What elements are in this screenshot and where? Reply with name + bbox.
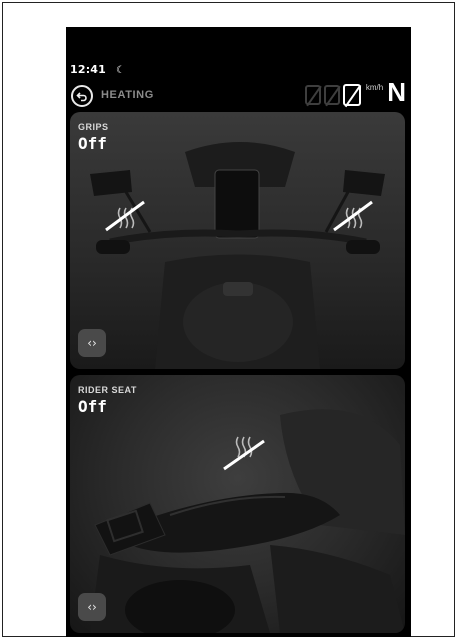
- motorcycle-seat-illustration: [90, 409, 405, 633]
- speed-unit: km/h: [365, 83, 384, 92]
- speed-digit-zero: [342, 84, 361, 106]
- status-bar: 12:41 ☾: [70, 63, 125, 76]
- expand-arrows-icon: ‹›: [87, 336, 97, 350]
- rider-seat-expand-button[interactable]: ‹›: [78, 593, 106, 621]
- rider-seat-label: RIDER SEAT: [78, 385, 137, 395]
- motorcycle-front-illustration: [90, 142, 385, 369]
- clock: 12:41: [70, 63, 107, 76]
- page-title: HEATING: [101, 89, 154, 101]
- moon-icon: ☾: [116, 65, 126, 76]
- speed-digit-inactive: [323, 85, 340, 105]
- rider-seat-card[interactable]: RIDER SEAT Off ‹›: [70, 375, 405, 633]
- back-button[interactable]: [71, 85, 93, 107]
- dashboard-screen: 12:41 ☾ HEATING km/h N GRIPS Off ‹› RIDE…: [66, 27, 411, 637]
- grips-expand-button[interactable]: ‹›: [78, 329, 106, 357]
- device-frame: 12:41 ☾ HEATING km/h N GRIPS Off ‹› RIDE…: [2, 2, 455, 637]
- grips-status: Off: [78, 134, 107, 153]
- heated-grip-icon: [105, 200, 145, 232]
- grips-label: GRIPS: [78, 122, 109, 132]
- grips-card[interactable]: GRIPS Off ‹›: [70, 112, 405, 369]
- expand-arrows-icon: ‹›: [87, 600, 97, 614]
- heated-grip-icon: [333, 200, 373, 232]
- speedometer: km/h N: [304, 77, 406, 109]
- back-arrow-icon: [76, 92, 87, 102]
- speed-digit-inactive: [304, 85, 321, 105]
- rider-seat-status: Off: [78, 397, 107, 416]
- gear-indicator: N: [387, 77, 406, 107]
- heated-seat-icon: [223, 436, 265, 471]
